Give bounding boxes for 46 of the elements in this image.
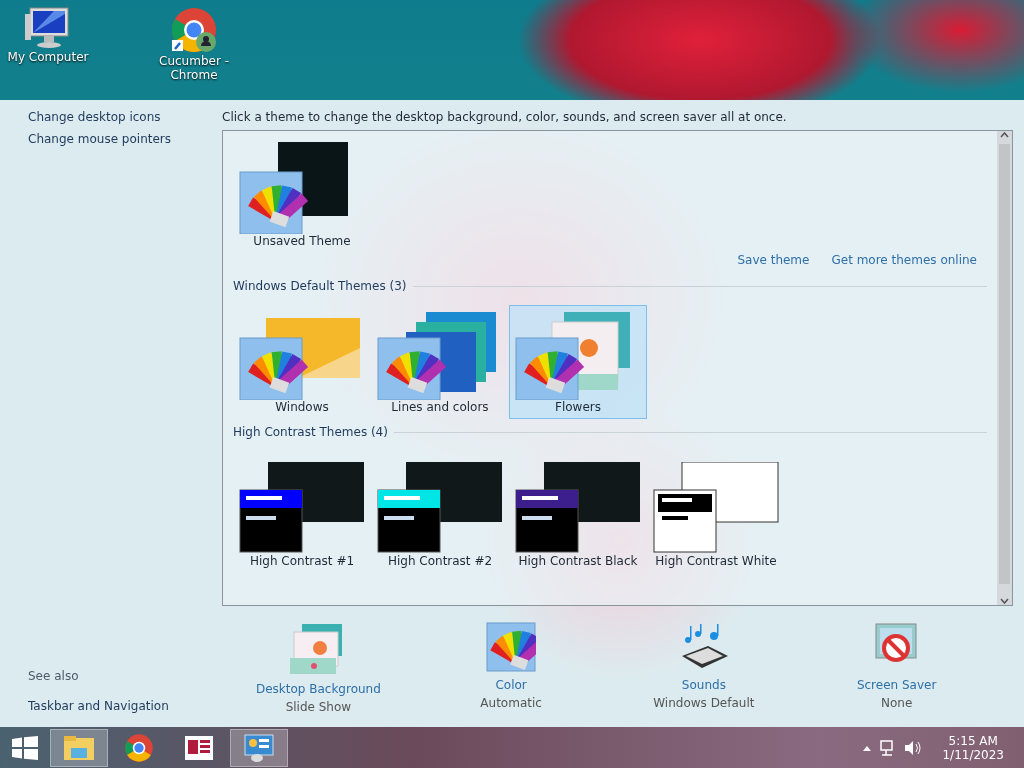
theme-tile[interactable]: Flowers [509,305,647,419]
folder-icon[interactable] [50,728,108,767]
theme-tile[interactable]: Lines and colors [371,305,509,419]
setting-value: Slide Show [285,700,352,714]
computer-icon[interactable] [24,6,72,50]
setting-value: None [880,696,913,710]
theme-name: Windows [275,400,329,414]
group-heading: Windows Default Themes (3) [233,279,407,293]
scroll-up-icon[interactable] [1000,131,1009,138]
theme-tile[interactable]: High Contrast #2 [371,459,509,573]
start-icon[interactable] [12,735,38,760]
setting-link[interactable]: Screen Saver [856,678,937,692]
clock[interactable]: 5:15 AM 1/11/2023 [942,733,1004,762]
sidebar-link[interactable]: Change mouse pointers [28,132,222,146]
theme-name: High Contrast #1 [249,554,355,568]
theme-name: Flowers [555,400,601,414]
theme-link[interactable]: Save theme [737,253,810,267]
theme-name: High Contrast #2 [387,554,493,568]
control-panel-icon[interactable] [230,728,288,767]
theme-name: High Contrast Black [518,554,638,568]
theme-name: High Contrast White [655,554,777,568]
chrome-icon[interactable] [170,6,218,54]
group-heading: High Contrast Themes (4) [233,425,388,439]
theme-name: Unsaved Theme [253,234,351,248]
setting-value: Automatic [480,696,542,710]
speaker-icon[interactable] [904,739,923,756]
desktop-icon-label[interactable]: My Computer [0,50,96,64]
setting-link[interactable]: Color [495,678,527,692]
color-palette-icon [486,622,537,672]
theme-tile[interactable]: High Contrast #1 [233,459,371,573]
setting-link[interactable]: Desktop Background [255,682,381,696]
theme-tile[interactable]: High Contrast Black [509,459,647,573]
setting-value: Windows Default [653,696,755,710]
desktop-icon-label[interactable]: Cucumber - Chrome [146,54,242,82]
see-also-heading: See also [28,669,80,683]
scroll-down-icon[interactable] [1000,598,1009,605]
theme-link[interactable]: Get more themes online [831,253,977,267]
theme-name: Lines and colors [391,400,489,414]
sidebar-link[interactable]: Change desktop icons [28,110,222,124]
scrollbar[interactable] [997,131,1012,605]
setting-link[interactable]: Sounds [681,678,726,692]
theme-tile[interactable]: Unsaved Theme [233,139,371,253]
sidebar-link[interactable]: Taskbar and Navigation [28,699,222,713]
instructions-text: Click a theme to change the desktop background, color, sounds, and screen saver all at once. [222,110,788,124]
theme-tile[interactable]: High Contrast White [647,459,785,573]
theme-tile[interactable]: Windows [233,305,371,419]
